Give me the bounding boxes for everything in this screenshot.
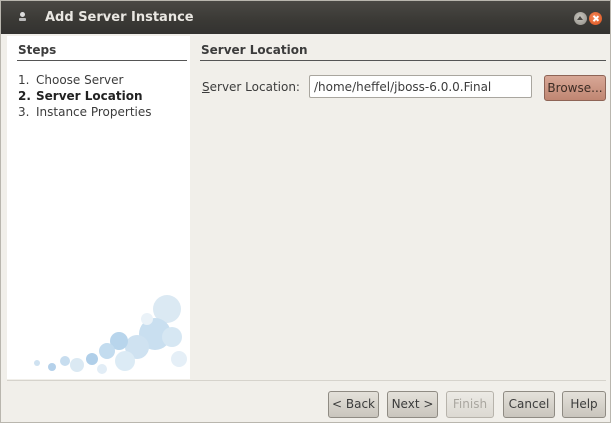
section-title: Server Location (201, 43, 308, 57)
step-item-current: 2. Server Location (18, 89, 143, 103)
close-icon[interactable] (589, 12, 602, 25)
steps-divider (17, 60, 187, 61)
finish-button[interactable]: Finish (446, 391, 494, 418)
title-bar[interactable]: Add Server Instance (1, 1, 610, 34)
step-item: 1. Choose Server (18, 73, 124, 87)
add-server-instance-dialog: Add Server Instance Steps 1. Choose Serve… (0, 0, 611, 423)
maximize-icon[interactable] (574, 12, 587, 25)
cancel-button[interactable]: Cancel (503, 391, 555, 418)
window-title: Add Server Instance (45, 10, 194, 25)
help-button[interactable]: Help (562, 391, 606, 418)
steps-header: Steps (18, 43, 57, 57)
next-button[interactable]: Next > (387, 391, 438, 418)
back-button[interactable]: < Back (328, 391, 379, 418)
server-location-input[interactable] (309, 75, 532, 98)
step-list: 1. Choose Server 2. Server Location 3. Inst… (18, 72, 152, 120)
steps-panel: Steps 1. Choose Server 2. Server Location … (7, 36, 190, 379)
section-divider (200, 60, 606, 61)
browse-button[interactable]: Browse... (544, 75, 606, 101)
button-bar-divider (7, 380, 606, 381)
server-location-label: Server Location: (202, 80, 300, 94)
window-menu-icon[interactable] (19, 12, 26, 22)
decorative-bubbles-image (34, 295, 187, 374)
step-item: 3. Instance Properties (18, 105, 152, 119)
